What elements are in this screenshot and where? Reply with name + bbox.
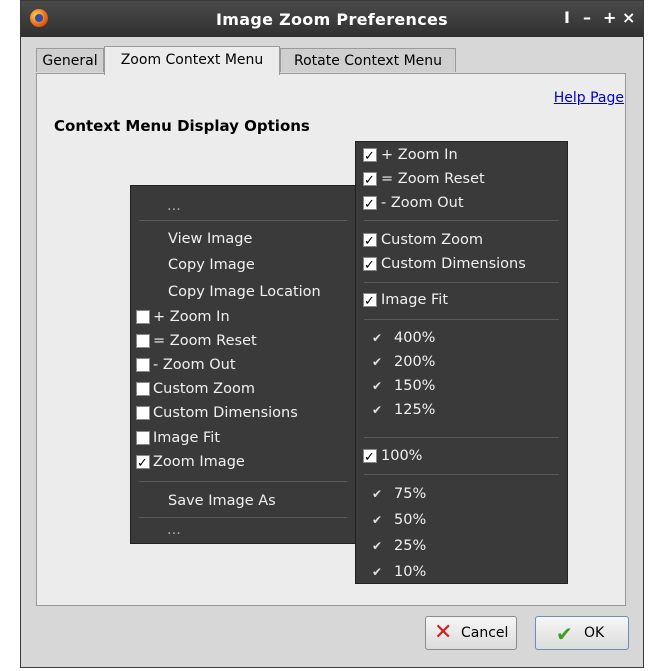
menu-separator [364,220,559,221]
option-sub-custom-dimensions[interactable]: Custom Dimensions [356,252,567,278]
option-custom-dimensions[interactable]: Custom Dimensions [131,401,355,425]
check-mark-icon: ✔ [372,487,383,501]
option-zoom-10[interactable]: ✔ 10% [356,560,567,584]
option-zoom-50[interactable]: ✔ 50% [356,508,567,532]
tab-general[interactable]: General [36,48,104,72]
context-menu-preview: ... View Image Copy Image Copy Image Loc… [130,185,356,544]
menu-separator [364,319,559,320]
zoom-submenu-preview: + Zoom In = Zoom Reset - Zoom Out Custom… [355,141,568,584]
checkbox-sub-custom-dimensions[interactable] [363,254,377,278]
maximize-button[interactable]: + [603,9,616,27]
check-mark-icon: ✔ [372,513,383,527]
checkbox-custom-dimensions[interactable] [136,406,150,420]
section-heading: Context Menu Display Options [54,117,310,135]
tab-zoom-context-menu[interactable]: Zoom Context Menu [104,46,280,75]
option-zoom-75[interactable]: ✔ 75% [356,482,567,506]
checkbox-image-fit[interactable] [136,431,150,445]
option-custom-zoom[interactable]: Custom Zoom [131,377,355,401]
menu-separator [364,474,559,475]
help-page-link[interactable]: Help Page [554,90,624,106]
menu-ellipsis-top: ... [167,198,181,214]
option-zoom-in[interactable]: + Zoom In [131,305,355,329]
checkbox-zoom-100[interactable] [363,446,377,470]
option-zoom-out[interactable]: - Zoom Out [131,353,355,377]
option-zoom-reset[interactable]: = Zoom Reset [131,329,355,353]
menu-separator [364,437,559,438]
option-sub-custom-zoom[interactable]: Custom Zoom [356,228,567,254]
checkbox-sub-zoom-out[interactable] [363,193,377,217]
option-sub-zoom-reset[interactable]: = Zoom Reset [356,167,567,193]
window-title: Image Zoom Preferences [216,10,448,29]
checkbox-zoom-out[interactable] [136,358,150,372]
tab-rotate-context-menu[interactable]: Rotate Context Menu [280,48,456,72]
check-mark-icon: ✔ [372,355,383,369]
menu-item-view-image: View Image [168,231,253,247]
option-image-fit[interactable]: Image Fit [131,426,355,450]
check-mark-icon: ✔ [372,331,383,345]
check-mark-icon: ✔ [372,539,383,553]
checkbox-custom-zoom[interactable] [136,382,150,396]
option-zoom-image[interactable]: Zoom Image [131,450,355,476]
option-zoom-150[interactable]: ✔ 150% [356,374,567,398]
option-zoom-125[interactable]: ✔ 125% [356,398,567,422]
menu-item-copy-image: Copy Image [168,257,255,273]
checkbox-sub-custom-zoom[interactable] [363,230,377,254]
title-bar[interactable]: Image Zoom Preferences I – + × [21,1,643,37]
check-mark-icon: ✔ [372,379,383,393]
option-zoom-25[interactable]: ✔ 25% [356,534,567,558]
menu-separator [364,282,559,283]
menu-item-copy-image-location: Copy Image Location [168,284,321,300]
option-zoom-100[interactable]: 100% [356,444,567,470]
ok-check-icon: ✔ [556,622,573,646]
checkbox-zoom-reset[interactable] [136,334,150,348]
menu-separator [139,481,347,482]
checkbox-sub-image-fit[interactable] [363,290,377,314]
checkbox-sub-zoom-reset[interactable] [363,169,377,193]
menu-ellipsis-bottom: ... [167,522,181,538]
checkbox-zoom-in[interactable] [136,310,150,324]
menu-separator [139,220,347,221]
option-zoom-200[interactable]: ✔ 200% [356,350,567,374]
option-sub-zoom-out[interactable]: - Zoom Out [356,191,567,217]
check-mark-icon: ✔ [372,565,383,579]
menu-item-save-image-as: Save Image As [168,493,276,509]
shade-button[interactable]: I [564,9,570,27]
option-zoom-400[interactable]: ✔ 400% [356,326,567,350]
cancel-button[interactable]: ✕ Cancel [425,616,517,650]
cancel-x-icon: ✕ [434,620,453,645]
checkbox-zoom-image[interactable] [136,452,150,476]
ok-button[interactable]: ✔ OK [535,616,629,650]
option-sub-image-fit[interactable]: Image Fit [356,288,567,314]
close-button[interactable]: × [622,9,635,27]
option-sub-zoom-in[interactable]: + Zoom In [356,143,567,169]
checkbox-sub-zoom-in[interactable] [363,145,377,169]
minimize-button[interactable]: – [583,9,591,27]
check-mark-icon: ✔ [372,403,383,417]
